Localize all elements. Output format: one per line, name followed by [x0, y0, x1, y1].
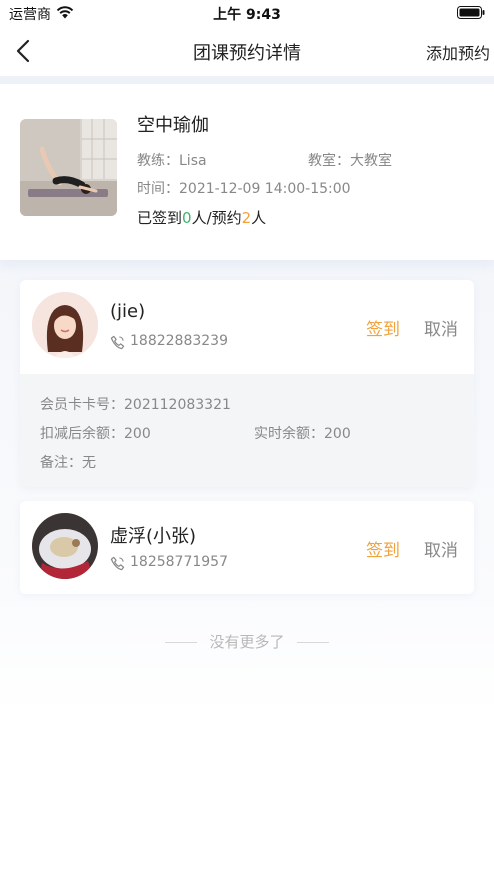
course-info-card: 空中瑜伽 教练：Lisa 教室：大教室 时间：2021-12-09 14:00-…: [0, 84, 494, 260]
signed-count: 0: [182, 209, 192, 227]
status-bar: 运营商 上午 9:43: [0, 0, 494, 26]
signed-prefix: 已签到: [137, 209, 183, 227]
member-card: 虚浮(小张) 18258771957 签到 取消: [20, 501, 474, 594]
course-teacher: 教练：Lisa: [137, 150, 207, 170]
add-booking-button[interactable]: 添加预约: [426, 40, 490, 64]
member-phone: 18258771957: [130, 554, 228, 570]
checkin-button[interactable]: 签到: [366, 536, 400, 561]
teacher-label: 教练：: [137, 153, 179, 169]
course-name: 空中瑜伽: [137, 115, 209, 136]
phone-icon: [110, 335, 125, 350]
cancel-button[interactable]: 取消: [424, 315, 458, 340]
nav-bar: 团课预约详情 添加预约: [0, 26, 494, 76]
phone-icon: [110, 556, 125, 571]
member-name: (jie): [110, 301, 146, 322]
member-details: 会员卡卡号：202112083321 扣减后余额：200 实时余额：200 备注…: [20, 374, 474, 487]
member-note: 备注：无: [40, 455, 96, 471]
divider-right: [296, 642, 329, 643]
booked-suffix: 人: [251, 209, 267, 227]
avatar: [32, 292, 98, 358]
member-card: (jie) 18822883239 签到 取消 会员卡卡号：2021120833…: [20, 280, 474, 487]
member-name: 虚浮(小张): [110, 526, 197, 547]
page-title: 团课预约详情: [193, 43, 301, 64]
time-label: 时间：: [137, 181, 179, 197]
avatar: [32, 513, 98, 579]
end-of-list-note: 没有更多了: [0, 631, 494, 652]
booking-stats: 已签到0人/预约2人: [137, 207, 266, 228]
signed-suffix: 人/预约: [191, 209, 242, 227]
course-time: 时间：2021-12-09 14:00-15:00: [137, 178, 351, 198]
course-thumbnail: [20, 119, 117, 216]
battery-icon: [457, 6, 485, 19]
room-value: 大教室: [350, 153, 392, 169]
booked-count: 2: [241, 209, 252, 227]
time-value: 2021-12-09 14:00-15:00: [179, 181, 351, 197]
course-room: 教室：大教室: [308, 150, 392, 170]
divider-left: [165, 642, 198, 643]
checkin-button[interactable]: 签到: [366, 315, 400, 340]
end-of-list-text: 没有更多了: [209, 633, 285, 651]
teacher-value: Lisa: [179, 153, 207, 169]
member-phone: 18822883239: [130, 333, 228, 349]
deducted-balance: 扣减后余额：200: [40, 426, 151, 442]
live-balance: 实时余额：200: [254, 426, 351, 442]
cancel-button[interactable]: 取消: [424, 536, 458, 561]
status-time: 上午 9:43: [213, 7, 281, 23]
room-label: 教室：: [308, 153, 350, 169]
card-number: 会员卡卡号：202112083321: [40, 397, 231, 413]
